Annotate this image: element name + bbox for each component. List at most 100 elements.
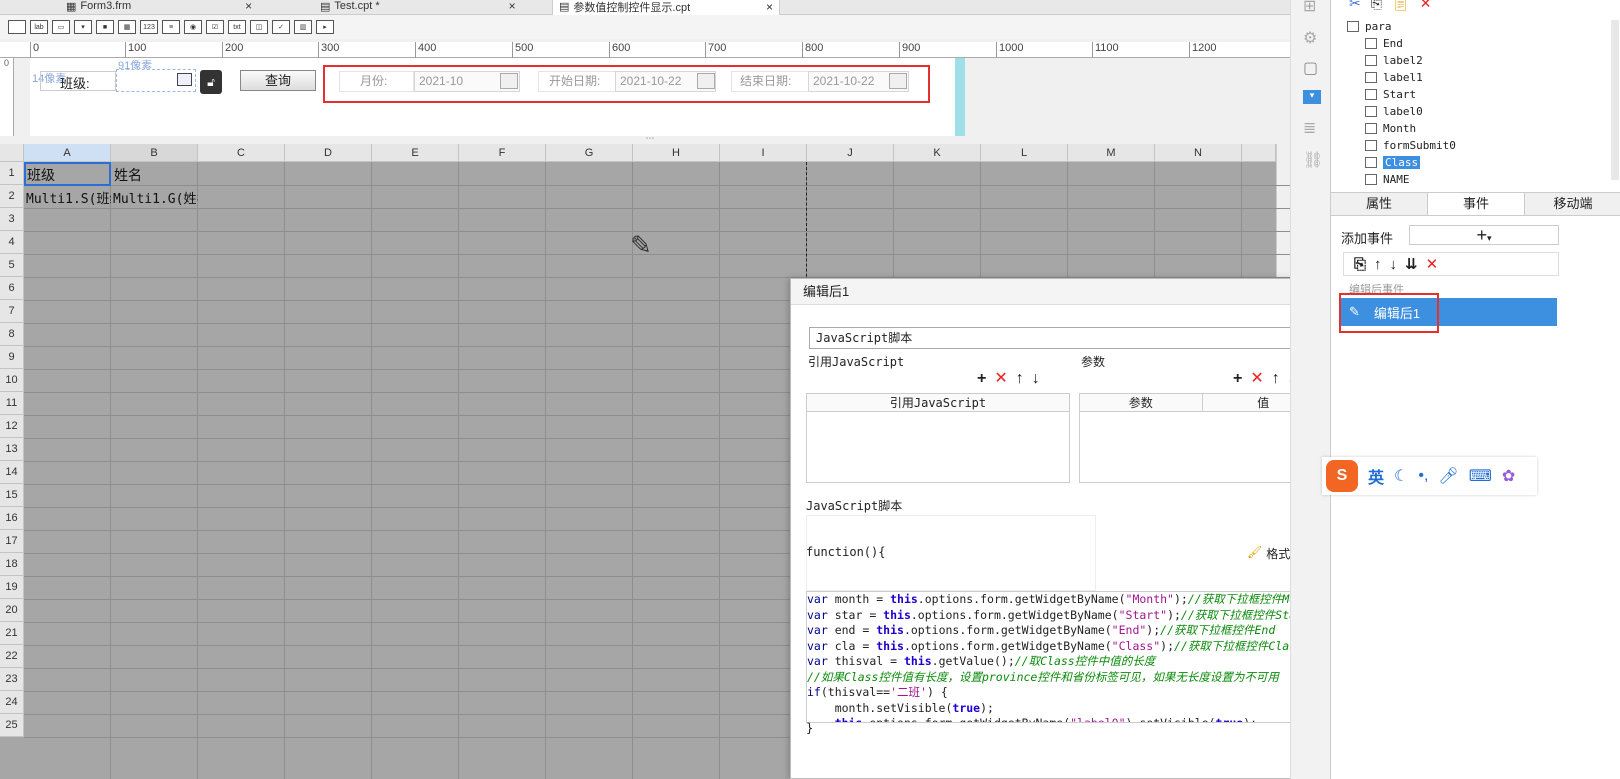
tree-root[interactable]: para [1347,18,1456,35]
settings-icon[interactable]: ⚙︎ [1303,28,1317,48]
tab-test[interactable]: ▤ Test.cpt * × [320,0,516,15]
query-button[interactable]: 查询 [240,70,316,91]
tree-item[interactable]: Month [1365,120,1456,137]
column-header[interactable]: I [720,144,807,162]
microphone-icon[interactable]: 🎤︎ [1438,466,1458,486]
label-widget-icon[interactable]: lab [30,20,48,34]
keyboard-icon[interactable]: ⌨ [1469,466,1492,486]
column-header[interactable]: L [981,144,1068,162]
row-header[interactable]: 14 [0,461,24,484]
column-header[interactable]: E [372,144,459,162]
row-header[interactable]: 13 [0,438,24,461]
lock-icon[interactable]: 🔓︎ [200,70,222,94]
tree-item[interactable]: label1 [1365,69,1456,86]
cell-b2[interactable]: Multi1.G(姓名) [113,188,198,206]
add-event-button[interactable]: +▾ [1409,225,1559,245]
paste-icon[interactable]: 📋︎ [1392,0,1410,12]
tree-item[interactable]: formSubmit0 [1365,137,1456,154]
more-widgets-icon[interactable]: ▸ [316,20,334,34]
add-icon[interactable]: + [1233,371,1242,387]
delete-icon[interactable]: ✕ [1420,0,1432,12]
column-header[interactable]: B [111,144,198,162]
frame-icon[interactable]: ▢ [1303,58,1318,78]
widget-list-icon[interactable]: ▾ [1303,90,1321,104]
move-down-icon[interactable]: ↓ [1032,371,1040,387]
column-header[interactable]: F [459,144,546,162]
params-table[interactable]: 参数 值 [1079,393,1325,483]
tree-widget-icon[interactable]: ◫ [250,20,268,34]
text-field-icon[interactable]: txt [228,20,246,34]
calendar-icon[interactable] [889,73,907,89]
close-icon[interactable]: × [509,0,516,13]
row-header[interactable]: 17 [0,530,24,553]
stack-icon[interactable]: ≣ [1303,118,1316,138]
tree-item[interactable]: NAME [1365,171,1456,188]
calendar-icon[interactable] [500,73,518,89]
checkgroup-widget-icon[interactable]: ✓ [272,20,290,34]
ref-js-table[interactable]: 引用JavaScript [806,393,1070,483]
row-header[interactable]: 1 [0,162,24,185]
textarea-widget-icon[interactable]: ≡ [162,20,180,34]
tree-scrollbar[interactable] [1611,20,1619,180]
tree-item[interactable]: Class [1365,154,1456,171]
row-header[interactable]: 18 [0,553,24,576]
date-widget-icon[interactable]: ▦ [118,20,136,34]
copy-icon[interactable]: ⎘ [1371,0,1382,12]
tab-events[interactable]: 事件 [1427,193,1525,215]
dropdown-icon[interactable] [177,73,192,86]
row-header[interactable]: 15 [0,484,24,507]
delete-icon[interactable]: ✕ [1426,255,1439,273]
move-up-icon[interactable]: ↑ [1016,371,1024,387]
move-up-icon[interactable]: ↑ [1272,371,1280,387]
splitter-handle[interactable]: ⋯ [0,134,1300,144]
tree-item[interactable]: label0 [1365,103,1456,120]
layout-icon[interactable]: ⊞ [1303,0,1316,16]
row-header[interactable]: 11 [0,392,24,415]
tab-properties[interactable]: 属性 [1331,193,1427,215]
tab-mobile[interactable]: 移动端 [1525,193,1620,215]
row-header[interactable]: 23 [0,668,24,691]
column-header[interactable]: A [24,144,111,162]
column-header[interactable]: G [546,144,633,162]
frame-icon[interactable] [8,20,26,34]
calendar-icon[interactable] [697,73,715,89]
tree-item[interactable]: label2 [1365,52,1456,69]
close-icon[interactable]: × [245,0,252,13]
tree-item[interactable]: Start [1365,86,1456,103]
delete-icon[interactable]: ✕ [1250,371,1263,387]
row-header[interactable]: 4 [0,231,24,254]
row-header[interactable]: 12 [0,415,24,438]
column-header[interactable]: J [807,144,894,162]
row-header[interactable]: 2 [0,185,24,208]
row-header[interactable]: 8 [0,323,24,346]
table-widget-icon[interactable]: ▥ [294,20,312,34]
script-type-select[interactable]: JavaScript脚本 ⌄ [809,327,1321,349]
row-header[interactable]: 5 [0,254,24,277]
row-header[interactable]: 22 [0,645,24,668]
tab-form3[interactable]: ▦ Form3.frm × [66,0,252,15]
row-header[interactable]: 6 [0,277,24,300]
row-header[interactable]: 19 [0,576,24,599]
column-header[interactable]: H [633,144,720,162]
close-icon[interactable]: × [766,0,773,14]
row-header[interactable]: 10 [0,369,24,392]
cell-a2[interactable]: Multi1.S(班级) [26,188,111,206]
punctuation-icon[interactable]: •, [1418,467,1428,485]
lang-toggle[interactable]: 英 [1368,464,1384,488]
row-header[interactable]: 21 [0,622,24,645]
move-bottom-icon[interactable]: ⇊ [1405,255,1418,273]
select-all-corner[interactable] [0,144,24,162]
row-header[interactable]: 20 [0,599,24,622]
column-header[interactable]: C [198,144,285,162]
link-icon[interactable]: ⛓︎ [1303,150,1323,170]
number-widget-icon[interactable]: 123 [140,20,158,34]
delete-icon[interactable]: ✕ [994,371,1007,387]
move-down-icon[interactable]: ↓ [1390,256,1398,273]
column-header[interactable] [1242,144,1276,162]
button-widget-icon[interactable]: ■ [96,20,114,34]
row-header[interactable]: 3 [0,208,24,231]
apps-icon[interactable]: ✿ [1502,466,1515,486]
copy-icon[interactable]: ⎘ [1354,256,1366,273]
move-up-icon[interactable]: ↑ [1374,256,1382,273]
tab-param-control[interactable]: ▤ 参数值控制控件显示.cpt × [552,0,780,15]
